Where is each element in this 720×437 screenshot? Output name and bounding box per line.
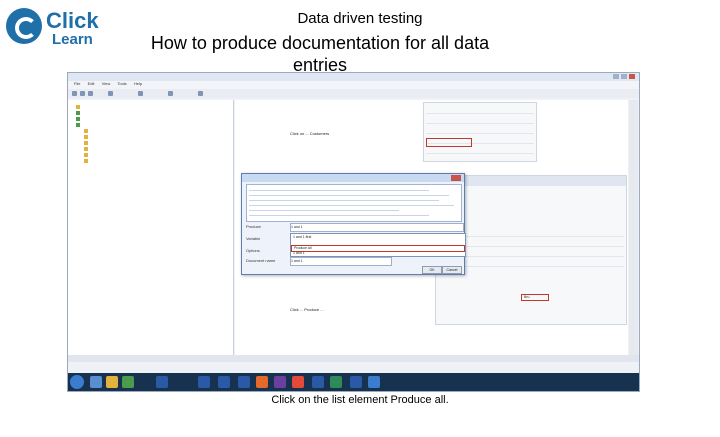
dialog-description bbox=[246, 184, 462, 222]
record-icon[interactable] bbox=[108, 91, 113, 96]
taskbar-app-icon[interactable] bbox=[238, 376, 250, 388]
tree-item[interactable] bbox=[76, 122, 82, 127]
label-document-name: Document name bbox=[246, 258, 276, 263]
document-icon[interactable] bbox=[168, 91, 173, 96]
folder-icon bbox=[84, 152, 88, 157]
step1-text: Click on ... Customers bbox=[290, 131, 330, 136]
list-item-produce-all[interactable]: Produce all bbox=[291, 245, 465, 252]
tree-item[interactable] bbox=[84, 134, 90, 139]
tree-item[interactable] bbox=[76, 110, 82, 115]
field-value: Bru bbox=[524, 295, 530, 299]
recording-icon bbox=[76, 110, 80, 115]
highlight-customers bbox=[426, 138, 472, 147]
text-line bbox=[249, 195, 449, 196]
taskbar-visual-studio-icon[interactable] bbox=[274, 376, 286, 388]
slide-title: Data driven testing bbox=[297, 10, 423, 27]
step2-text: Click ... Produce ... bbox=[290, 307, 324, 312]
taskbar-word-icon[interactable] bbox=[312, 376, 324, 388]
customers-list-panel bbox=[423, 102, 537, 162]
taskbar-app-icon[interactable] bbox=[198, 376, 210, 388]
dialog-close-icon[interactable] bbox=[451, 175, 461, 181]
tree-item[interactable] bbox=[76, 104, 82, 109]
cancel-button[interactable]: Cancel bbox=[442, 266, 462, 274]
grid-line bbox=[438, 266, 624, 267]
taskbar-app-icon[interactable] bbox=[90, 376, 102, 388]
taskbar-app-icon[interactable] bbox=[292, 376, 304, 388]
produce-dialog: Produce 1 and 1 Variable Options Documen… bbox=[241, 173, 465, 275]
text-line bbox=[249, 205, 454, 206]
tree-item[interactable] bbox=[84, 152, 90, 157]
tree-item[interactable] bbox=[84, 158, 90, 163]
taskbar-app-icon[interactable] bbox=[156, 376, 168, 388]
produce-dropdown-list: 1 and 1 first Produce all 1 and 1 bbox=[290, 233, 466, 257]
folder-icon bbox=[84, 134, 88, 139]
text-line bbox=[249, 200, 439, 201]
produce-select[interactable]: 1 and 1 bbox=[290, 223, 464, 232]
tree-item[interactable] bbox=[84, 140, 90, 145]
document-name-input[interactable]: 1 and 1 bbox=[290, 257, 392, 266]
menu-item-file[interactable]: File bbox=[74, 81, 80, 86]
slide-caption: Click on the list element Produce all. bbox=[271, 394, 449, 406]
grid-line bbox=[426, 113, 534, 114]
slide-subtitle: How to produce documentation for all dat… bbox=[150, 33, 490, 75]
label-options: Options bbox=[246, 248, 260, 253]
project-tree-pane bbox=[68, 100, 234, 355]
grid-line bbox=[426, 123, 534, 124]
recording-icon bbox=[76, 116, 80, 121]
open-icon[interactable] bbox=[80, 91, 85, 96]
close-icon[interactable] bbox=[629, 74, 635, 79]
folder-icon bbox=[84, 146, 88, 151]
tree-item[interactable] bbox=[76, 116, 82, 121]
menu-item-tools[interactable]: Tools bbox=[117, 81, 126, 86]
taskbar-app-icon[interactable] bbox=[350, 376, 362, 388]
label-produce: Produce bbox=[246, 224, 261, 229]
tree-item[interactable] bbox=[84, 128, 90, 133]
highlight-field: Bru bbox=[521, 294, 549, 301]
tree-item[interactable] bbox=[84, 146, 90, 151]
grid-line bbox=[426, 133, 534, 134]
text-line bbox=[249, 190, 429, 191]
recording-icon bbox=[76, 122, 80, 127]
maximize-icon[interactable] bbox=[621, 74, 627, 79]
folder-icon bbox=[84, 158, 88, 163]
dialog-title-bar bbox=[242, 174, 464, 182]
folder-icon bbox=[76, 104, 80, 109]
window-title-bar bbox=[68, 73, 639, 81]
play-icon[interactable] bbox=[138, 91, 143, 96]
taskbar-app-icon[interactable] bbox=[218, 376, 230, 388]
ok-button[interactable]: OK bbox=[422, 266, 442, 274]
taskbar-app-icon[interactable] bbox=[368, 376, 380, 388]
menu-item-help[interactable]: Help bbox=[134, 81, 142, 86]
folder-icon bbox=[84, 128, 88, 133]
toolbar bbox=[68, 89, 639, 98]
list-item[interactable]: 1 and 1 bbox=[293, 251, 305, 255]
save-icon[interactable] bbox=[88, 91, 93, 96]
taskbar-folder-icon[interactable] bbox=[106, 376, 118, 388]
start-button-icon[interactable] bbox=[70, 375, 84, 389]
taskbar-excel-icon[interactable] bbox=[330, 376, 342, 388]
menu-item-view[interactable]: View bbox=[102, 81, 111, 86]
grid-line bbox=[426, 153, 534, 154]
taskbar-app-icon[interactable] bbox=[122, 376, 134, 388]
list-item[interactable]: 1 and 1 first bbox=[293, 235, 311, 239]
minimize-icon[interactable] bbox=[613, 74, 619, 79]
produce-all-label: Produce all bbox=[294, 246, 312, 250]
logo-word-learn: Learn bbox=[52, 31, 93, 48]
windows-taskbar bbox=[68, 373, 639, 391]
vertical-scrollbar[interactable] bbox=[629, 100, 638, 355]
text-line bbox=[249, 210, 399, 211]
label-variable: Variable bbox=[246, 236, 261, 241]
status-bar bbox=[68, 355, 639, 362]
settings-icon[interactable] bbox=[198, 91, 203, 96]
new-icon[interactable] bbox=[72, 91, 77, 96]
application-screenshot: File Edit View Tools Help Click on ... C… bbox=[67, 72, 640, 392]
text-line bbox=[249, 215, 429, 216]
taskbar-firefox-icon[interactable] bbox=[256, 376, 268, 388]
folder-icon bbox=[84, 140, 88, 145]
menu-item-edit[interactable]: Edit bbox=[88, 81, 95, 86]
menu-bar: File Edit View Tools Help bbox=[68, 81, 639, 89]
